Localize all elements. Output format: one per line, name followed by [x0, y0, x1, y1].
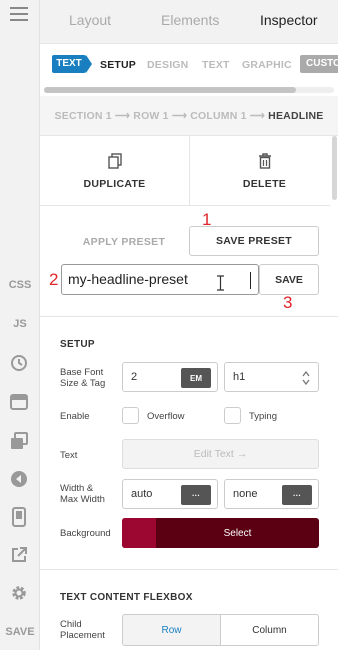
tab-layout[interactable]: Layout	[69, 12, 111, 28]
section-icon[interactable]	[9, 392, 29, 412]
text-caret	[250, 272, 251, 289]
scrollbar-thumb[interactable]	[44, 87, 296, 93]
templates-icon[interactable]	[9, 431, 29, 451]
trash-icon	[258, 152, 271, 169]
width-label: Width & Max Width	[60, 483, 105, 505]
background-color-swatch[interactable]	[122, 518, 156, 548]
column-option[interactable]: Column	[220, 614, 319, 646]
subtab-design[interactable]: DESIGN	[147, 59, 188, 71]
builder-panel: CSS JS SAVE Layout Elements Inspector TE…	[0, 0, 338, 650]
crumb-row[interactable]: ROW 1	[133, 110, 168, 122]
width-label-line1: Width &	[60, 483, 94, 494]
flexbox-title: TEXT CONTENT FLEXBOX	[60, 592, 193, 603]
child-placement-line1: Child	[60, 619, 82, 630]
crumb-section[interactable]: SECTION 1	[55, 110, 112, 122]
element-actions: DUPLICATE DELETE	[40, 136, 330, 206]
width-input[interactable]: auto ···	[122, 479, 218, 509]
crumb-column[interactable]: COLUMN 1	[190, 110, 246, 122]
annotation-marker-2: 2	[49, 270, 59, 289]
child-placement-line2: Placement	[60, 630, 105, 641]
ibeam-cursor-icon	[217, 275, 224, 291]
max-width-input[interactable]: none ···	[224, 479, 319, 509]
subtab-custom[interactable]: CUSTOM	[300, 55, 338, 73]
max-width-value: none	[233, 488, 258, 500]
divider	[40, 316, 338, 317]
annotation-marker-1: 1	[202, 210, 212, 229]
child-placement-label: Child Placement	[60, 619, 105, 641]
subtab-setup[interactable]: SETUP	[100, 59, 136, 71]
top-tabs: Layout Elements Inspector	[40, 0, 338, 44]
delete-button[interactable]: DELETE	[190, 136, 338, 206]
history-icon[interactable]	[9, 353, 29, 373]
left-rail: CSS JS SAVE	[0, 0, 40, 650]
mobile-preview-icon[interactable]	[9, 507, 29, 527]
typing-label: Typing	[249, 411, 277, 422]
js-button[interactable]: JS	[0, 318, 40, 330]
overflow-checkbox[interactable]	[122, 407, 139, 424]
preset-name-input[interactable]: my-headline-preset	[61, 264, 259, 295]
tag-select[interactable]: h1	[224, 362, 319, 392]
setup-title: SETUP	[60, 339, 95, 350]
base-font-label: Base Font Size & Tag	[60, 367, 105, 389]
enable-label: Enable	[60, 411, 90, 422]
save-preset-button[interactable]: SAVE PRESET	[189, 226, 319, 256]
apply-preset-button[interactable]: APPLY PRESET	[60, 236, 188, 248]
background-picker[interactable]: Select	[122, 518, 319, 548]
tab-elements[interactable]: Elements	[161, 12, 219, 28]
external-link-icon[interactable]	[9, 545, 29, 565]
save-rail-button[interactable]: SAVE	[0, 626, 40, 638]
text-label: Text	[60, 450, 78, 461]
crumb-arrow: ⟶	[249, 109, 266, 122]
divider	[40, 569, 338, 570]
subtab-text[interactable]: TEXT	[202, 59, 230, 71]
max-width-unit-button[interactable]: ···	[282, 485, 312, 505]
back-circle-icon[interactable]	[9, 469, 29, 489]
width-label-line2: Max Width	[60, 494, 105, 505]
horizontal-scrollbar[interactable]	[44, 87, 334, 93]
font-size-value: 2	[131, 371, 138, 383]
crumb-arrow: ⟶	[114, 109, 131, 122]
row-option[interactable]: Row	[122, 614, 221, 646]
preset-name-value: my-headline-preset	[68, 271, 188, 287]
breadcrumb: SECTION 1 ⟶ ROW 1 ⟶ COLUMN 1 ⟶ HEADLINE	[40, 96, 338, 136]
crumb-arrow: ⟶	[171, 109, 188, 122]
width-value: auto	[131, 488, 153, 500]
font-unit-button[interactable]: EM	[181, 368, 211, 388]
settings-gear-icon[interactable]	[9, 583, 29, 603]
edit-text-button[interactable]: Edit Text →	[122, 439, 319, 469]
subtab-text-active[interactable]: TEXT	[52, 55, 92, 73]
base-font-label-line1: Base Font	[60, 367, 104, 378]
duplicate-button[interactable]: DUPLICATE	[40, 136, 189, 206]
vertical-scrollbar-thumb[interactable]	[332, 136, 337, 200]
css-button[interactable]: CSS	[0, 279, 40, 291]
tab-inspector[interactable]: Inspector	[260, 12, 318, 28]
subtab-graphic[interactable]: GRAPHIC	[242, 59, 292, 71]
tag-value: h1	[233, 371, 246, 383]
crumb-current: HEADLINE	[268, 109, 324, 122]
width-unit-button[interactable]: ···	[181, 485, 211, 505]
overflow-label: Overflow	[147, 411, 185, 422]
duplicate-icon	[107, 152, 122, 169]
duplicate-label: DUPLICATE	[83, 177, 146, 190]
typing-checkbox[interactable]	[224, 407, 241, 424]
save-button[interactable]: SAVE	[259, 264, 319, 295]
font-size-input[interactable]: 2 EM	[122, 362, 218, 392]
select-arrows-icon	[302, 371, 310, 385]
background-select-button[interactable]: Select	[156, 518, 319, 548]
sub-tabs: TEXT SETUP DESIGN TEXT GRAPHIC CUSTOM	[40, 44, 338, 84]
annotation-marker-3: 3	[283, 293, 293, 312]
hamburger-menu-icon[interactable]	[9, 4, 29, 24]
background-label: Background	[60, 528, 111, 539]
base-font-label-line2: Size & Tag	[60, 378, 106, 389]
delete-label: DELETE	[242, 177, 287, 190]
